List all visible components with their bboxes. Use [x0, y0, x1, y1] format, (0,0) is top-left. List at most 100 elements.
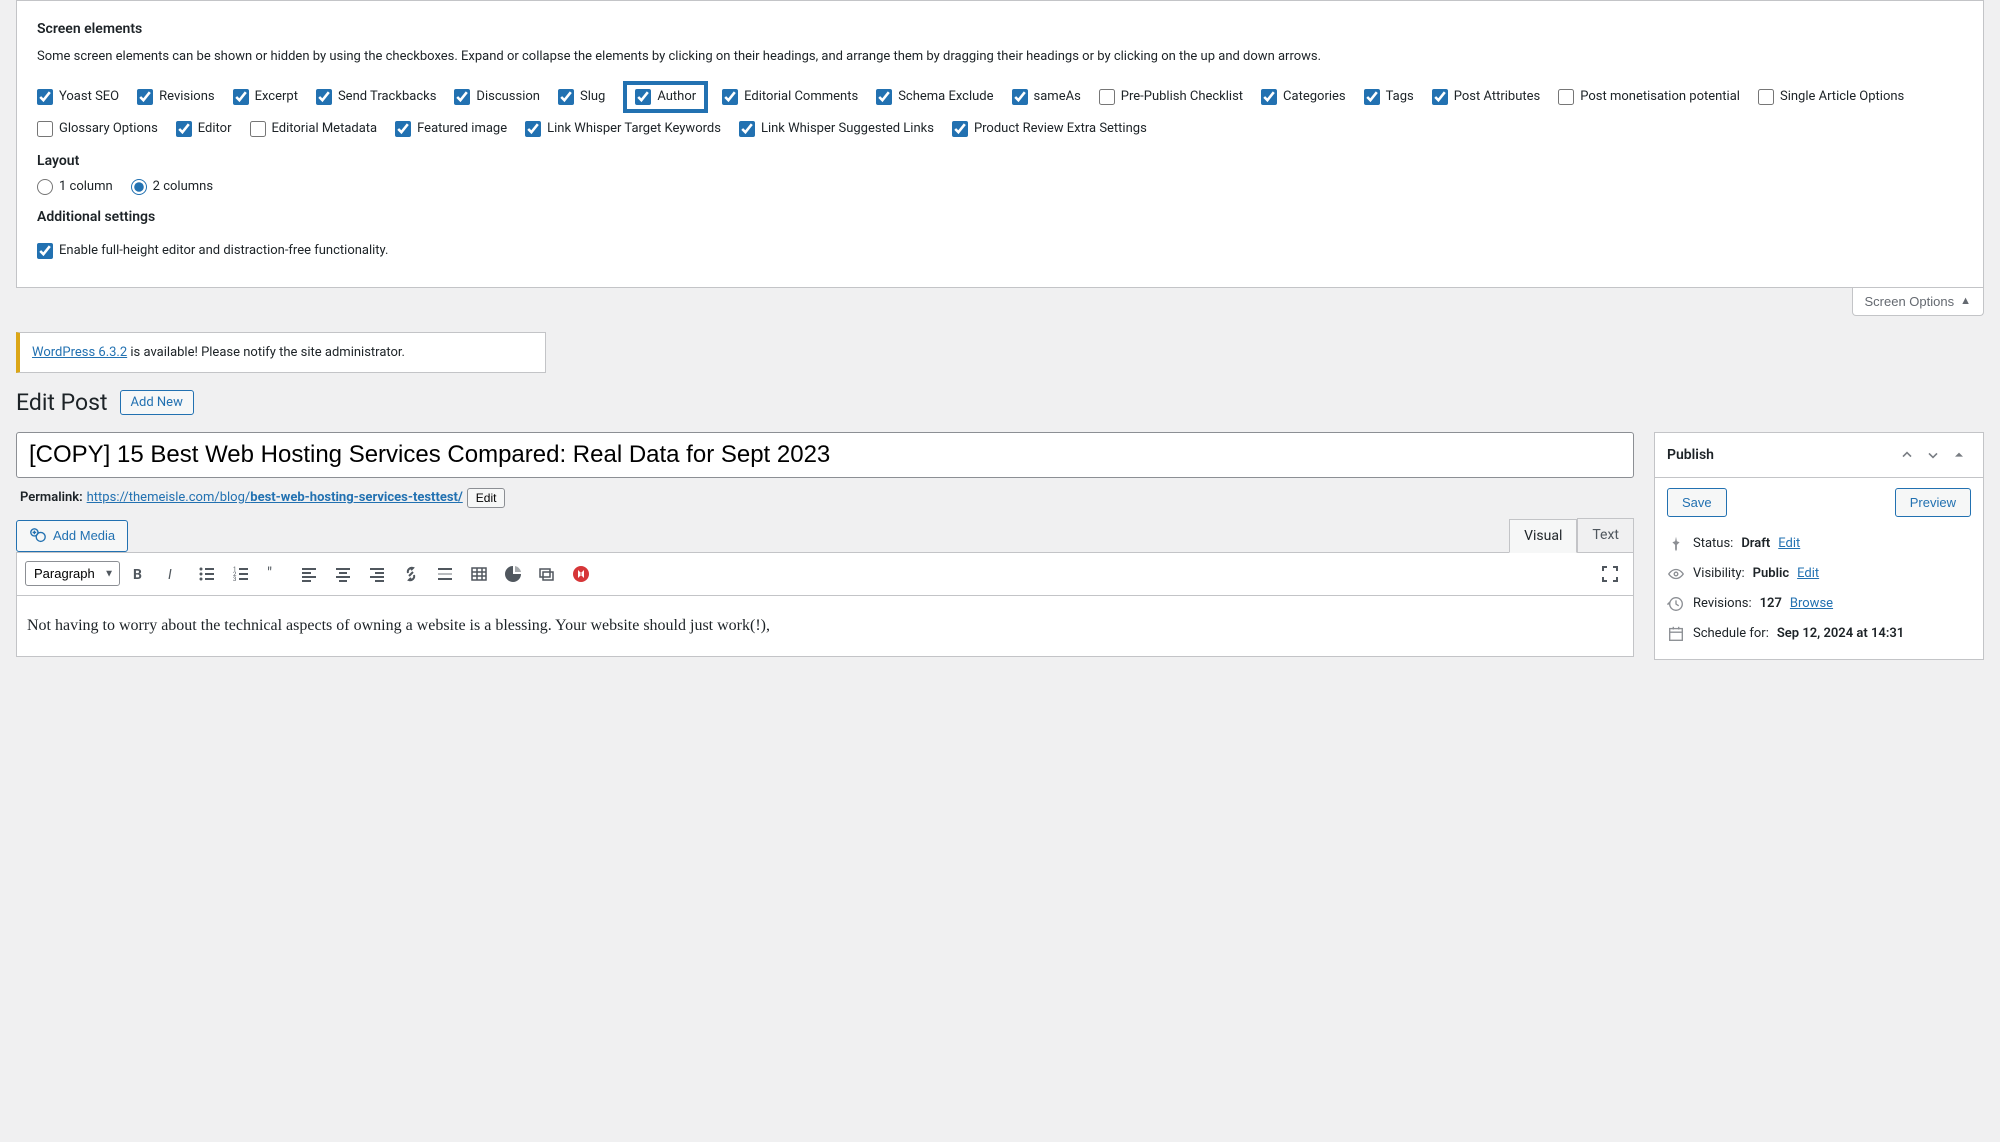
cb-editorial-metadata-input[interactable] [250, 121, 266, 137]
bold-button[interactable]: B [124, 559, 154, 589]
cb-author[interactable]: Author [623, 81, 708, 113]
cb-post-monetisation[interactable]: Post monetisation potential [1558, 81, 1740, 113]
update-suffix: is available! Please notify the site adm… [127, 345, 405, 360]
revisions-browse-link[interactable]: Browse [1790, 596, 1833, 611]
cb-excerpt-input[interactable] [233, 89, 249, 105]
page-title: Edit Post [16, 389, 108, 416]
visibility-edit-link[interactable]: Edit [1797, 566, 1819, 581]
cb-full-height[interactable]: Enable full-height editor and distractio… [37, 243, 388, 259]
toggle-icon[interactable] [1947, 443, 1971, 467]
bullet-list-button[interactable] [192, 559, 222, 589]
cb-tags[interactable]: Tags [1364, 81, 1414, 113]
cb-post-attributes[interactable]: Post Attributes [1432, 81, 1541, 113]
cb-product-review-input[interactable] [952, 121, 968, 137]
svg-text:B: B [133, 567, 142, 583]
cb-discussion[interactable]: Discussion [454, 81, 540, 113]
add-media-button[interactable]: Add Media [16, 520, 128, 552]
cb-post-monetisation-input[interactable] [1558, 89, 1574, 105]
table-button[interactable] [464, 559, 494, 589]
cb-yoast-seo-input[interactable] [37, 89, 53, 105]
add-new-button[interactable]: Add New [120, 390, 194, 415]
editor-toolbar: Paragraph ▼ B I 123 " [17, 553, 1633, 596]
permalink-row: Permalink: https://themeisle.com/blog/be… [16, 478, 1634, 518]
cb-revisions[interactable]: Revisions [137, 81, 214, 113]
save-button[interactable]: Save [1667, 488, 1727, 517]
layout-2-columns-input[interactable] [131, 179, 147, 195]
italic-button[interactable]: I [158, 559, 188, 589]
cb-sameas[interactable]: sameAs [1012, 81, 1081, 113]
chart-button[interactable] [498, 559, 528, 589]
permalink-label: Permalink: [20, 490, 83, 505]
format-dropdown[interactable]: Paragraph [25, 561, 120, 586]
cb-glossary-options-input[interactable] [37, 121, 53, 137]
move-up-icon[interactable] [1895, 443, 1919, 467]
cb-glossary-options[interactable]: Glossary Options [37, 121, 158, 137]
cb-editor[interactable]: Editor [176, 121, 232, 137]
preview-button[interactable]: Preview [1895, 488, 1971, 517]
cb-send-trackbacks[interactable]: Send Trackbacks [316, 81, 436, 113]
cb-single-article-options-input[interactable] [1758, 89, 1774, 105]
blockquote-button[interactable]: " [260, 559, 290, 589]
cb-slug-input[interactable] [558, 89, 574, 105]
layout-2-columns[interactable]: 2 columns [131, 179, 213, 195]
revisions-line: Revisions: 127 Browse [1667, 589, 1971, 619]
schedule-line: Schedule for: Sep 12, 2024 at 14:31 [1667, 619, 1971, 649]
cb-categories[interactable]: Categories [1261, 81, 1346, 113]
cb-schema-exclude[interactable]: Schema Exclude [876, 81, 993, 113]
tab-visual[interactable]: Visual [1509, 519, 1577, 553]
cb-categories-input[interactable] [1261, 89, 1277, 105]
align-left-button[interactable] [294, 559, 324, 589]
align-right-button[interactable] [362, 559, 392, 589]
cb-revisions-input[interactable] [137, 89, 153, 105]
permalink-link[interactable]: https://themeisle.com/blog/best-web-host… [87, 490, 463, 505]
visibility-line: Visibility: Public Edit [1667, 559, 1971, 589]
cb-pre-publish-checklist-input[interactable] [1099, 89, 1115, 105]
insert-more-button[interactable] [430, 559, 460, 589]
cb-yoast-seo[interactable]: Yoast SEO [37, 81, 119, 113]
cb-editorial-comments[interactable]: Editorial Comments [722, 81, 858, 113]
cb-discussion-input[interactable] [454, 89, 470, 105]
permalink-edit-button[interactable]: Edit [467, 488, 506, 508]
cb-slug[interactable]: Slug [558, 81, 605, 113]
status-edit-link[interactable]: Edit [1778, 536, 1800, 551]
cb-link-whisper-target-input[interactable] [525, 121, 541, 137]
post-title-input[interactable] [16, 432, 1634, 478]
cb-single-article-options[interactable]: Single Article Options [1758, 81, 1904, 113]
cb-link-whisper-target[interactable]: Link Whisper Target Keywords [525, 121, 721, 137]
move-down-icon[interactable] [1921, 443, 1945, 467]
cb-send-trackbacks-input[interactable] [316, 89, 332, 105]
cb-editor-input[interactable] [176, 121, 192, 137]
cb-sameas-input[interactable] [1012, 89, 1028, 105]
screen-options-toggle[interactable]: Screen Options ▲ [1852, 288, 1985, 316]
layout-1-column-input[interactable] [37, 179, 53, 195]
media-icon [29, 527, 47, 545]
cb-tags-input[interactable] [1364, 89, 1380, 105]
shortcode-button[interactable] [566, 559, 596, 589]
align-center-button[interactable] [328, 559, 358, 589]
cb-post-attributes-input[interactable] [1432, 89, 1448, 105]
tab-text[interactable]: Text [1577, 518, 1634, 552]
numbered-list-button[interactable]: 123 [226, 559, 256, 589]
cb-featured-image-input[interactable] [395, 121, 411, 137]
cb-editorial-metadata[interactable]: Editorial Metadata [250, 121, 378, 137]
cb-pre-publish-checklist[interactable]: Pre-Publish Checklist [1099, 81, 1243, 113]
fullscreen-button[interactable] [1595, 559, 1625, 589]
cb-excerpt[interactable]: Excerpt [233, 81, 298, 113]
caret-up-icon: ▲ [1960, 295, 1971, 307]
editor-content[interactable]: Not having to worry about the technical … [17, 596, 1633, 656]
cb-schema-exclude-input[interactable] [876, 89, 892, 105]
update-link[interactable]: WordPress 6.3.2 [32, 345, 127, 360]
cb-featured-image[interactable]: Featured image [395, 121, 507, 137]
cb-editorial-comments-input[interactable] [722, 89, 738, 105]
cb-author-input[interactable] [635, 89, 651, 105]
screen-elements-checkboxes: Yoast SEO Revisions Excerpt Send Trackba… [37, 81, 1963, 145]
calendar-icon [1667, 625, 1685, 643]
layout-1-column[interactable]: 1 column [37, 179, 113, 195]
cb-product-review[interactable]: Product Review Extra Settings [952, 121, 1147, 137]
cards-button[interactable] [532, 559, 562, 589]
cb-link-whisper-suggested[interactable]: Link Whisper Suggested Links [739, 121, 934, 137]
cb-full-height-input[interactable] [37, 243, 53, 259]
screen-elements-desc: Some screen elements can be shown or hid… [37, 47, 1963, 67]
cb-link-whisper-suggested-input[interactable] [739, 121, 755, 137]
link-button[interactable] [396, 559, 426, 589]
